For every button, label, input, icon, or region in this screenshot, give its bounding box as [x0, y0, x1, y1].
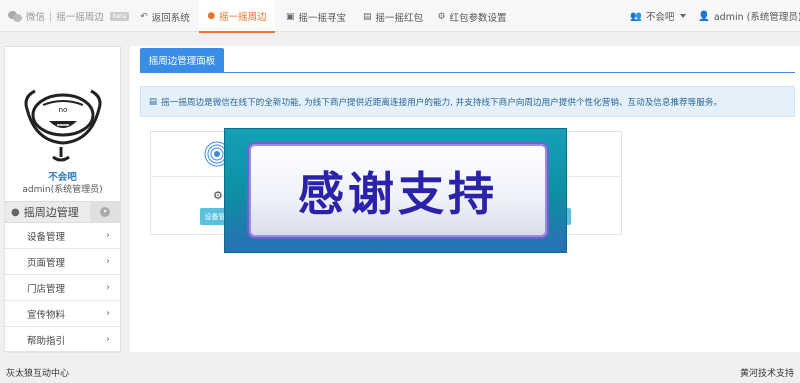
- account-name: 不会吧: [645, 12, 675, 23]
- sidebar: no 不会吧 admin(系统管理员) ● 摇周边管理 ▾ 设备管理 › 页面管…: [4, 46, 121, 353]
- brand[interactable]: 微信 | 摇一摇周边 beta: [8, 0, 130, 32]
- brand-app: 微信: [26, 12, 46, 23]
- wechat-icon: ●: [11, 206, 20, 218]
- picture-icon: ▤: [362, 11, 372, 22]
- wechat-icon: ●: [207, 10, 216, 21]
- nav-red-packet-settings[interactable]: ⚙ 红包参数设置: [432, 0, 512, 33]
- top-navbar: 微信 | 摇一摇周边 beta ↶ 返回系统 ● 摇一摇周边 ▣ 摇一摇寻宝 ▤…: [0, 0, 800, 33]
- sidebar-item-label: 帮助指引: [27, 335, 66, 347]
- info-icon: ▤: [149, 96, 158, 107]
- avatar[interactable]: no: [13, 57, 114, 169]
- nav-back[interactable]: ↶ 返回系统: [133, 0, 197, 33]
- gear-icon: ⚙: [437, 11, 446, 22]
- info-text: 摇一摇周边是微信在线下的全新功能, 为线下商户提供近距离连接用户的能力, 并支持…: [161, 97, 723, 108]
- sidebar-item-device[interactable]: 设备管理 ›: [5, 223, 120, 249]
- chevron-right-icon: ›: [106, 230, 110, 241]
- user-icon: 👤: [698, 10, 710, 22]
- tab-panel[interactable]: 摇周边管理面板: [140, 48, 224, 72]
- chevron-right-icon: ›: [106, 334, 110, 345]
- nav-red-packet[interactable]: ▤ 摇一摇红包: [355, 0, 431, 33]
- brand-module: 摇一摇周边: [56, 12, 104, 23]
- sidebar-item-page[interactable]: 页面管理 ›: [5, 249, 120, 275]
- gear-icon: ⚙: [213, 189, 223, 202]
- sidebar-user-role: admin(系统管理员): [22, 185, 103, 195]
- admin-name: admin (系统管理员): [713, 12, 800, 23]
- chevron-right-icon: ›: [106, 308, 110, 319]
- sidebar-item-help[interactable]: 帮助指引 ›: [5, 327, 120, 353]
- admin-dropdown[interactable]: 👤 admin (系统管理员): [698, 0, 800, 32]
- sidebar-item-promo[interactable]: 宣传物料 ›: [5, 301, 120, 327]
- sidebar-item-label: 门店管理: [27, 283, 66, 295]
- nav-red-packet-settings-label: 红包参数设置: [449, 12, 507, 24]
- tab-underline: [140, 72, 795, 73]
- svg-text:no: no: [59, 106, 68, 114]
- reply-icon: ↶: [140, 11, 148, 22]
- info-alert: ▤ 摇一摇周边是微信在线下的全新功能, 为线下商户提供近距离连接用户的能力, 并…: [140, 86, 795, 117]
- nav-treasure[interactable]: ▣ 摇一摇寻宝: [278, 0, 354, 33]
- thanks-banner: 感谢支持: [224, 128, 567, 253]
- thanks-text: 感谢支持: [298, 166, 498, 221]
- sidebar-item-store[interactable]: 门店管理 ›: [5, 275, 120, 301]
- sidebar-menu-title: 摇周边管理: [23, 206, 79, 219]
- nav-shake-nearby-label: 摇一摇周边: [219, 11, 267, 23]
- sidebar-menu-header[interactable]: ● 摇周边管理 ▾: [5, 201, 120, 223]
- beta-badge: beta: [109, 11, 130, 21]
- sidebar-user-name: 不会吧: [48, 172, 77, 183]
- collapse-toggle[interactable]: ▾: [90, 202, 120, 222]
- nav-back-label: 返回系统: [151, 12, 190, 24]
- chevron-right-icon: ›: [106, 256, 110, 267]
- sidebar-item-label: 页面管理: [27, 257, 66, 269]
- users-icon: 👥: [630, 10, 642, 22]
- chevron-down-icon: ▾: [100, 207, 110, 217]
- sidebar-menu: 设备管理 › 页面管理 › 门店管理 › 宣传物料 › 帮助指引 ›: [5, 223, 120, 353]
- sidebar-item-label: 宣传物料: [27, 309, 66, 321]
- chevron-right-icon: ›: [106, 282, 110, 293]
- account-dropdown[interactable]: 👥 不会吧: [630, 0, 687, 32]
- footer: 灰太狼互动中心 黄河技术支持: [0, 360, 800, 383]
- brand-separator: |: [49, 10, 53, 22]
- gift-icon: ▣: [285, 11, 295, 22]
- wechat-icon: [8, 10, 22, 22]
- sidebar-item-label: 设备管理: [27, 231, 66, 243]
- thanks-plate: 感谢支持: [247, 142, 549, 239]
- footer-right: 黄河技术支持: [739, 369, 794, 379]
- nav-treasure-label: 摇一摇寻宝: [298, 12, 347, 24]
- footer-left: 灰太狼互动中心: [6, 369, 70, 379]
- nav-red-packet-label: 摇一摇红包: [375, 12, 424, 24]
- caret-down-icon: [680, 14, 687, 18]
- nav-shake-nearby[interactable]: ● 摇一摇周边: [199, 0, 275, 33]
